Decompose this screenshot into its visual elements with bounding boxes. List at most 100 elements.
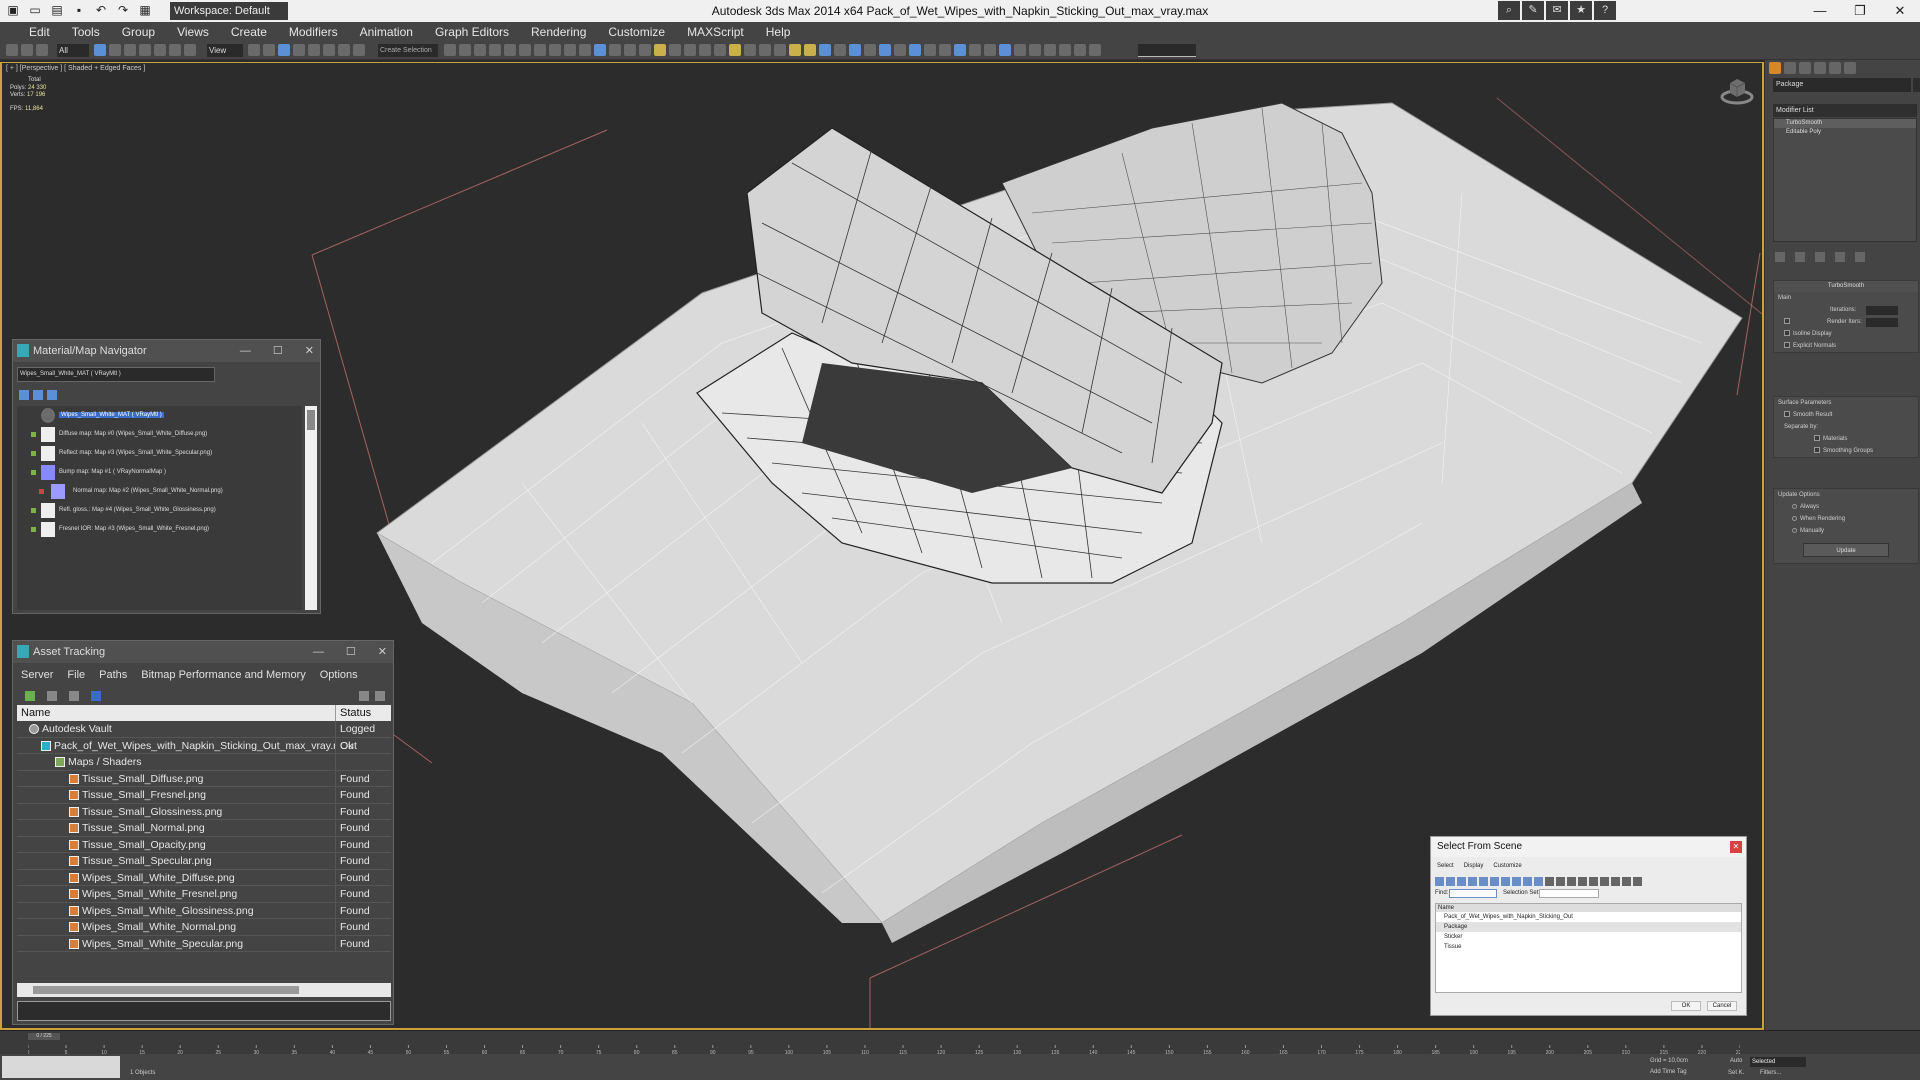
large-icons-icon[interactable] <box>47 390 57 400</box>
stack-item-turbosmooth[interactable]: TurboSmooth <box>1774 119 1916 128</box>
menu-tools[interactable]: Tools <box>61 22 111 42</box>
lister-icon[interactable] <box>969 44 981 56</box>
cloth-icon[interactable] <box>819 44 831 56</box>
scale-icon[interactable] <box>184 44 196 56</box>
close-icon[interactable]: ✕ <box>305 340 314 362</box>
bounding-box-icon[interactable] <box>1014 44 1026 56</box>
mesh-export-icon[interactable] <box>954 44 966 56</box>
selection-set-dropdown[interactable] <box>1539 889 1599 898</box>
checkout-icon[interactable] <box>47 691 57 701</box>
xref-icon[interactable] <box>1029 44 1041 56</box>
menu-server[interactable]: Server <box>21 669 53 681</box>
vray-plane-icon[interactable] <box>939 44 951 56</box>
isoline-checkbox[interactable] <box>1784 330 1790 337</box>
select-manipulate-icon[interactable] <box>263 44 275 56</box>
spacewarps-filter-icon[interactable] <box>1490 877 1499 886</box>
isolate-icon[interactable] <box>1074 44 1086 56</box>
xrefs-filter-icon[interactable] <box>1512 877 1521 886</box>
select-object-icon[interactable] <box>94 44 106 56</box>
make-unique-icon[interactable] <box>1815 252 1825 262</box>
groups-filter-icon[interactable] <box>1501 877 1510 886</box>
menu-group[interactable]: Group <box>111 22 166 42</box>
menu-paths[interactable]: Paths <box>99 669 127 681</box>
col-status-header[interactable]: Status <box>335 705 391 721</box>
rollout-title[interactable]: TurboSmooth <box>1774 281 1918 292</box>
mirror-icon[interactable] <box>444 44 456 56</box>
select-by-name-icon[interactable] <box>109 44 121 56</box>
reference-coordinate-dropdown[interactable]: View <box>207 44 243 57</box>
navigator-scrollbar[interactable] <box>305 406 317 610</box>
table-icon[interactable] <box>639 44 651 56</box>
modifier-list-dropdown[interactable]: Modifier List <box>1773 104 1917 117</box>
sphere-icon[interactable] <box>759 44 771 56</box>
table-row[interactable]: Tissue_Small_Normal.png Found <box>17 820 391 837</box>
vray-sphere-icon[interactable] <box>924 44 936 56</box>
col-name-header[interactable]: Name <box>17 705 335 721</box>
bind-spacewarp-icon[interactable] <box>36 44 48 56</box>
menu-customize[interactable]: Customize <box>597 22 676 42</box>
materials-checkbox[interactable] <box>1814 435 1820 442</box>
utilities-tab-icon[interactable] <box>1844 62 1856 74</box>
manually-radio[interactable] <box>1792 527 1797 533</box>
minimize-icon[interactable]: — <box>1800 0 1840 22</box>
table-row[interactable]: Tissue_Small_Diffuse.png Found <box>17 770 391 787</box>
spot-icon[interactable] <box>804 44 816 56</box>
stack-item-editable-poly[interactable]: Editable Poly <box>1774 128 1916 137</box>
container-icon[interactable] <box>1059 44 1071 56</box>
schematic-view-icon[interactable] <box>519 44 531 56</box>
display-tab-icon[interactable] <box>1829 62 1841 74</box>
containers-filter-icon[interactable] <box>1534 877 1543 886</box>
maximize-icon[interactable]: ☐ <box>273 340 283 362</box>
menu-help[interactable]: Help <box>755 22 802 42</box>
map-item[interactable]: Normal map: Map #2 (Wipes_Small_White_No… <box>17 482 302 501</box>
set-key-button[interactable]: Set K. <box>1728 1070 1744 1076</box>
minimize-icon[interactable]: — <box>313 641 324 663</box>
binoculars-icon[interactable]: ⌕ <box>1498 1 1520 20</box>
table-row[interactable]: Wipes_Small_White_Fresnel.png Found <box>17 886 391 903</box>
edit-named-selection-icon[interactable] <box>353 44 365 56</box>
object-color-swatch[interactable] <box>1913 78 1920 92</box>
menu-views[interactable]: Views <box>166 22 220 42</box>
key-filter-dropdown[interactable]: Selected <box>1750 1057 1806 1067</box>
shapes-filter-icon[interactable] <box>1446 877 1455 886</box>
update-button[interactable]: Update <box>1803 543 1889 557</box>
displacement-icon[interactable] <box>879 44 891 56</box>
map-item[interactable]: Bump map: Map #1 ( VRayNormalMap ) <box>17 463 302 482</box>
menu-bitmap-performance[interactable]: Bitmap Performance and Memory <box>141 669 305 681</box>
material-navigator-titlebar[interactable]: Material/Map Navigator — ☐ ✕ <box>13 340 320 362</box>
map-item[interactable]: Fresnel IOR: Map #3 (Wipes_Small_White_F… <box>17 520 302 539</box>
spinner-snap-icon[interactable] <box>338 44 350 56</box>
small-icons-icon[interactable] <box>33 390 43 400</box>
helper-icon[interactable] <box>684 44 696 56</box>
rendered-frame-icon[interactable] <box>564 44 576 56</box>
physical-camera-icon[interactable] <box>894 44 906 56</box>
list-item[interactable]: Pack_of_Wet_Wipes_with_Napkin_Sticking_O… <box>1436 912 1741 922</box>
table-row[interactable]: Maps / Shaders <box>17 754 391 771</box>
render-iters-spinner[interactable] <box>1866 318 1898 327</box>
grid-icon[interactable] <box>609 44 621 56</box>
smooth-result-checkbox[interactable] <box>1784 411 1790 418</box>
light-icon[interactable] <box>654 44 666 56</box>
checkin-icon[interactable] <box>69 691 79 701</box>
star-icon[interactable]: ★ <box>1570 1 1592 20</box>
systems-icon[interactable] <box>714 44 726 56</box>
table-row[interactable]: Tissue_Small_Opacity.png Found <box>17 836 391 853</box>
list-item[interactable]: Tissue <box>1436 942 1741 952</box>
sun-icon[interactable] <box>729 44 741 56</box>
refresh-icon[interactable] <box>25 691 35 701</box>
plane-icon[interactable] <box>744 44 756 56</box>
create-tab-icon[interactable] <box>1769 62 1781 74</box>
key-filters-button[interactable]: Filters... <box>1760 1070 1781 1076</box>
menu-file[interactable]: File <box>67 669 85 681</box>
table-view-icon[interactable] <box>91 691 101 701</box>
helpers-filter-icon[interactable] <box>1479 877 1488 886</box>
viewcube-icon[interactable] <box>1720 73 1754 107</box>
help-icon[interactable] <box>359 691 369 701</box>
menu-create[interactable]: Create <box>220 22 278 42</box>
named-selection-dropdown[interactable]: Create Selection <box>378 44 438 57</box>
material-editor-icon[interactable] <box>534 44 546 56</box>
table-row[interactable]: Tissue_Small_Specular.png Found <box>17 853 391 870</box>
fur-icon[interactable] <box>864 44 876 56</box>
auto-key-button[interactable]: Auto <box>1730 1058 1742 1064</box>
hair-icon[interactable] <box>834 44 846 56</box>
